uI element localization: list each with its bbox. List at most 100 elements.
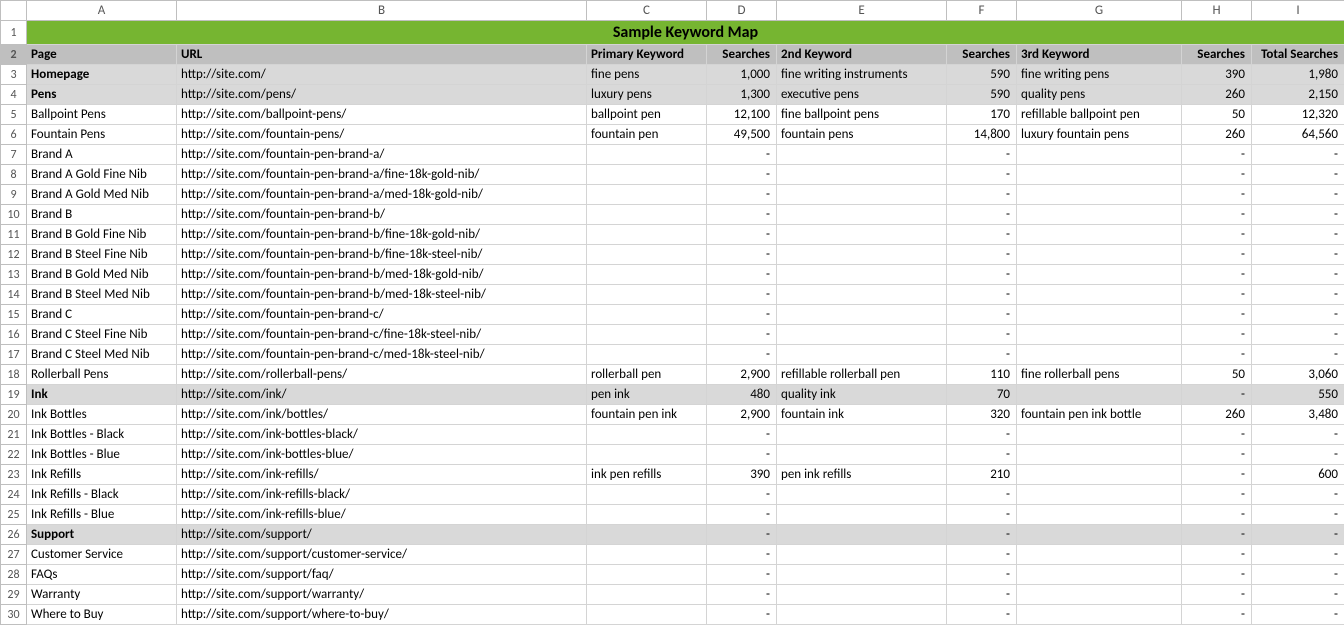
cell-url[interactable]: http://site.com/fountain-pen-brand-c/med… [177,345,587,365]
cell-primary-keyword[interactable] [587,485,707,505]
cell-2nd-keyword[interactable]: refillable rollerball pen [777,365,947,385]
cell-primary-keyword[interactable] [587,445,707,465]
col-header[interactable]: G [1017,1,1182,21]
cell-searches-1[interactable]: 1,000 [707,65,777,85]
cell-2nd-keyword[interactable]: fountain pens [777,125,947,145]
cell-searches-3[interactable]: - [1182,245,1252,265]
cell-page[interactable]: Rollerball Pens [27,365,177,385]
cell-searches-1[interactable]: - [707,505,777,525]
row-header[interactable]: 24 [1,485,27,505]
cell-url[interactable]: http://site.com/ [177,65,587,85]
hdr-page[interactable]: Page [27,45,177,65]
col-header[interactable]: H [1182,1,1252,21]
cell-searches-3[interactable]: - [1182,385,1252,405]
cell-3rd-keyword[interactable]: fountain pen ink bottle [1017,405,1182,425]
cell-primary-keyword[interactable] [587,585,707,605]
cell-2nd-keyword[interactable] [777,565,947,585]
row-header[interactable]: 10 [1,205,27,225]
cell-page[interactable]: Ink Bottles - Black [27,425,177,445]
cell-total-searches[interactable]: 64,560 [1252,125,1344,145]
cell-primary-keyword[interactable] [587,225,707,245]
cell-url[interactable]: http://site.com/fountain-pen-brand-a/ [177,145,587,165]
cell-url[interactable]: http://site.com/fountain-pen-brand-c/ [177,305,587,325]
cell-searches-3[interactable]: - [1182,325,1252,345]
cell-searches-2[interactable]: - [947,225,1017,245]
cell-searches-2[interactable]: - [947,565,1017,585]
row-header[interactable]: 25 [1,505,27,525]
cell-searches-3[interactable]: - [1182,345,1252,365]
cell-page[interactable]: Brand A Gold Med Nib [27,185,177,205]
cell-page[interactable]: Customer Service [27,545,177,565]
cell-searches-3[interactable]: 260 [1182,125,1252,145]
cell-searches-3[interactable]: - [1182,505,1252,525]
cell-page[interactable]: Ballpoint Pens [27,105,177,125]
cell-searches-2[interactable]: - [947,505,1017,525]
cell-url[interactable]: http://site.com/fountain-pen-brand-b/fin… [177,225,587,245]
cell-2nd-keyword[interactable] [777,525,947,545]
cell-primary-keyword[interactable] [587,165,707,185]
cell-searches-2[interactable]: 110 [947,365,1017,385]
hdr-total-searches[interactable]: Total Searches [1252,45,1344,65]
cell-primary-keyword[interactable]: rollerball pen [587,365,707,385]
cell-searches-3[interactable]: 260 [1182,85,1252,105]
cell-total-searches[interactable]: 3,060 [1252,365,1344,385]
cell-searches-1[interactable]: - [707,485,777,505]
cell-url[interactable]: http://site.com/ink-refills-black/ [177,485,587,505]
cell-3rd-keyword[interactable] [1017,605,1182,625]
row-header[interactable]: 3 [1,65,27,85]
cell-url[interactable]: http://site.com/fountain-pen-brand-b/fin… [177,245,587,265]
cell-searches-1[interactable]: - [707,605,777,625]
cell-2nd-keyword[interactable] [777,305,947,325]
cell-searches-2[interactable]: - [947,245,1017,265]
cell-page[interactable]: Brand B Steel Fine Nib [27,245,177,265]
cell-url[interactable]: http://site.com/rollerball-pens/ [177,365,587,385]
col-header[interactable]: C [587,1,707,21]
cell-searches-3[interactable]: 50 [1182,105,1252,125]
cell-3rd-keyword[interactable] [1017,265,1182,285]
cell-3rd-keyword[interactable] [1017,185,1182,205]
cell-total-searches[interactable]: - [1252,225,1344,245]
cell-total-searches[interactable]: - [1252,525,1344,545]
cell-searches-3[interactable]: - [1182,465,1252,485]
cell-url[interactable]: http://site.com/support/warranty/ [177,585,587,605]
cell-searches-2[interactable]: - [947,425,1017,445]
cell-page[interactable]: Brand C Steel Med Nib [27,345,177,365]
hdr-3rd-keyword[interactable]: 3rd Keyword [1017,45,1182,65]
cell-searches-1[interactable]: 2,900 [707,405,777,425]
row-header[interactable]: 14 [1,285,27,305]
cell-total-searches[interactable]: - [1252,605,1344,625]
cell-url[interactable]: http://site.com/ink/bottles/ [177,405,587,425]
cell-searches-1[interactable]: - [707,225,777,245]
cell-3rd-keyword[interactable] [1017,445,1182,465]
cell-2nd-keyword[interactable] [777,245,947,265]
cell-page[interactable]: Homepage [27,65,177,85]
cell-primary-keyword[interactable]: fountain pen [587,125,707,145]
cell-2nd-keyword[interactable] [777,585,947,605]
cell-searches-1[interactable]: - [707,265,777,285]
cell-3rd-keyword[interactable] [1017,165,1182,185]
cell-3rd-keyword[interactable] [1017,585,1182,605]
cell-primary-keyword[interactable] [587,205,707,225]
cell-3rd-keyword[interactable] [1017,145,1182,165]
cell-2nd-keyword[interactable] [777,285,947,305]
cell-searches-3[interactable]: 50 [1182,365,1252,385]
col-header[interactable]: B [177,1,587,21]
cell-page[interactable]: Brand A [27,145,177,165]
cell-url[interactable]: http://site.com/support/faq/ [177,565,587,585]
cell-2nd-keyword[interactable] [777,185,947,205]
cell-searches-3[interactable]: - [1182,485,1252,505]
cell-3rd-keyword[interactable] [1017,485,1182,505]
cell-3rd-keyword[interactable] [1017,545,1182,565]
cell-searches-2[interactable]: - [947,585,1017,605]
cell-searches-3[interactable]: - [1182,565,1252,585]
cell-primary-keyword[interactable]: ink pen refills [587,465,707,485]
cell-3rd-keyword[interactable]: quality pens [1017,85,1182,105]
row-header[interactable]: 19 [1,385,27,405]
cell-primary-keyword[interactable] [587,605,707,625]
cell-searches-2[interactable]: - [947,345,1017,365]
cell-2nd-keyword[interactable] [777,445,947,465]
cell-page[interactable]: Brand B [27,205,177,225]
cell-url[interactable]: http://site.com/fountain-pen-brand-a/fin… [177,165,587,185]
cell-url[interactable]: http://site.com/fountain-pen-brand-a/med… [177,185,587,205]
cell-searches-2[interactable]: - [947,265,1017,285]
